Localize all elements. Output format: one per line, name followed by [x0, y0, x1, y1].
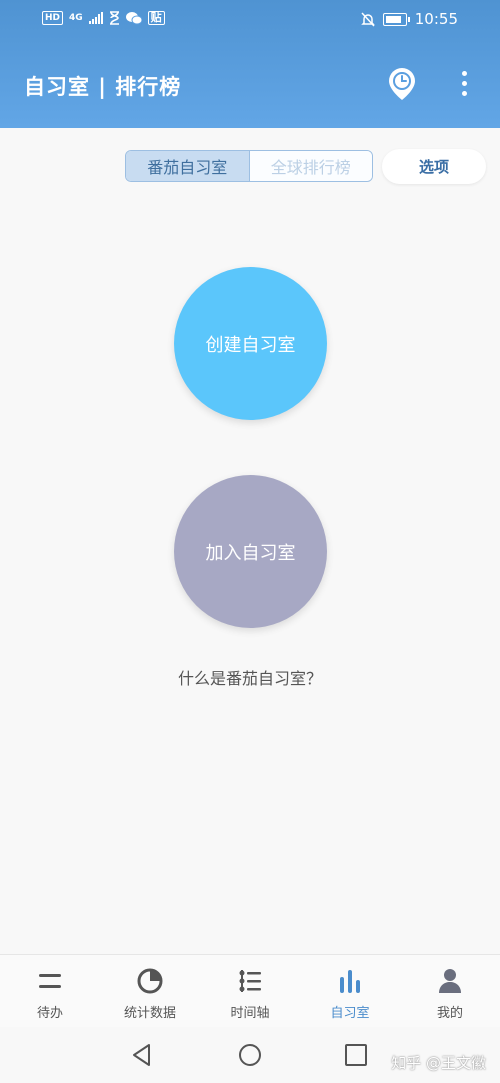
status-right: 10:55 [360, 10, 458, 28]
status-bar: HD 4G 贴 10:55 [0, 0, 500, 40]
pie-chart-icon [137, 968, 163, 994]
nav-item-todo[interactable]: 待办 [0, 955, 100, 1028]
tab-global-ranking[interactable]: 全球排行榜 [249, 151, 372, 181]
nav-label-statistics: 统计数据 [123, 1006, 176, 1021]
bottom-nav: 待办 统计数据 时间轴 自习室 我的 [0, 954, 500, 1028]
more-menu-button[interactable] [452, 68, 476, 100]
clock: 10:55 [414, 10, 458, 28]
more-vert-icon-dot [462, 81, 467, 86]
nav-label-me: 我的 [436, 1006, 463, 1021]
join-room-label: 加入自习室 [205, 542, 296, 564]
status-left: HD 4G 贴 [42, 11, 165, 25]
wechat-icon [125, 12, 142, 25]
help-link[interactable]: 什么是番茄自习室？ [0, 665, 500, 689]
nav-label-study-room: 自习室 [330, 1006, 370, 1021]
home-icon[interactable] [238, 1043, 262, 1067]
signal-icon [88, 12, 103, 24]
hd-badge: HD [42, 11, 64, 25]
history-icon [389, 68, 415, 100]
nav-item-me[interactable]: 我的 [400, 955, 500, 1028]
watermark: 知乎 @王文徽 [391, 1054, 486, 1072]
hourglass-icon [109, 11, 119, 25]
more-vert-icon-dot [462, 91, 467, 96]
bar-chart-icon [340, 970, 360, 993]
join-room-button[interactable]: 加入自习室 [174, 475, 327, 628]
battery-icon [382, 12, 410, 26]
tab-pomodoro-room[interactable]: 番茄自习室 [126, 151, 250, 181]
nav-label-todo: 待办 [36, 1006, 63, 1021]
segmented-tabs: 番茄自习室 全球排行榜 [125, 150, 373, 182]
back-icon[interactable] [130, 1043, 154, 1067]
app-header: HD 4G 贴 10:55 自习室 | 排行榜 [0, 0, 500, 128]
create-room-button[interactable]: 创建自习室 [174, 267, 327, 420]
nav-item-statistics[interactable]: 统计数据 [100, 955, 200, 1028]
mute-bell-icon [360, 11, 375, 27]
post-badge: 贴 [147, 11, 165, 25]
page-title: 自习室 | 排行榜 [24, 75, 182, 99]
more-vert-icon [462, 71, 467, 76]
history-button[interactable] [386, 66, 418, 102]
network-label: 4G [69, 13, 83, 23]
todo-icon [39, 974, 61, 988]
person-icon [439, 969, 461, 993]
recents-icon[interactable] [344, 1043, 368, 1067]
options-button[interactable]: 选项 [382, 149, 486, 184]
create-room-label: 创建自习室 [205, 334, 296, 356]
nav-item-study-room[interactable]: 自习室 [300, 955, 400, 1028]
timeline-icon [239, 970, 261, 992]
nav-item-timeline[interactable]: 时间轴 [200, 955, 300, 1028]
nav-label-timeline: 时间轴 [230, 1006, 270, 1021]
